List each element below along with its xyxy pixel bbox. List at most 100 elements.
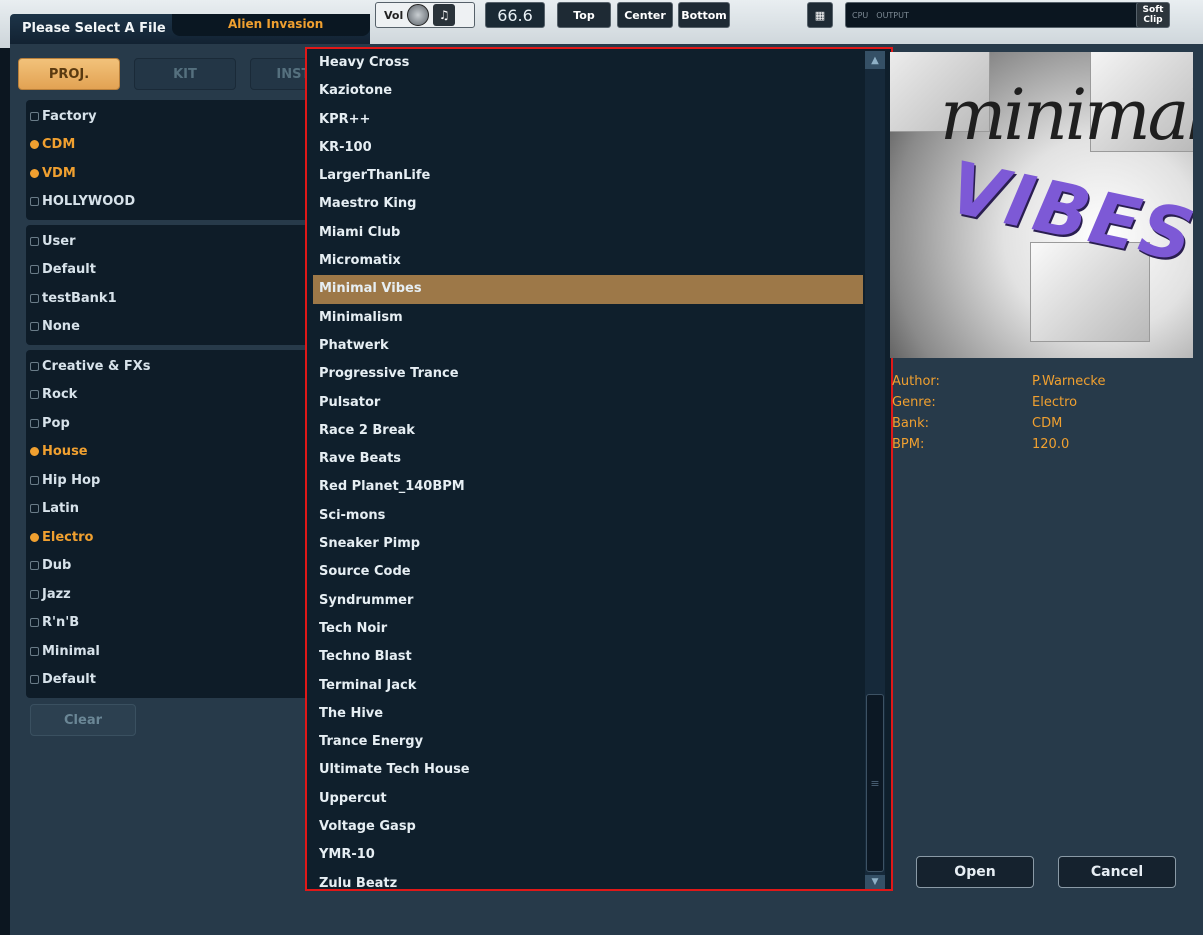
checkbox-checked-icon[interactable] bbox=[30, 140, 39, 150]
list-item[interactable]: Uppercut bbox=[313, 785, 863, 813]
list-item[interactable]: Minimal Vibes bbox=[313, 275, 863, 304]
list-item[interactable]: The Hive bbox=[313, 700, 863, 728]
list-item[interactable]: Kaziotone bbox=[313, 77, 863, 105]
checkbox-icon[interactable] bbox=[30, 589, 39, 599]
checkbox-icon[interactable] bbox=[30, 646, 39, 656]
volume-knob[interactable] bbox=[407, 4, 430, 26]
list-item[interactable]: Minimalism bbox=[313, 304, 863, 332]
dialog-title-bar: Please Select A File Alien Invasion bbox=[10, 14, 370, 44]
filter-item[interactable]: Creative & FXs bbox=[26, 352, 314, 381]
list-item[interactable]: YMR-10 bbox=[313, 841, 863, 869]
checkbox-checked-icon[interactable] bbox=[30, 532, 39, 542]
checkbox-icon[interactable] bbox=[30, 390, 39, 400]
list-item[interactable]: KPR++ bbox=[313, 106, 863, 134]
list-item[interactable]: Miami Club bbox=[313, 219, 863, 247]
list-item[interactable]: Techno Blast bbox=[313, 643, 863, 671]
checkbox-icon[interactable] bbox=[30, 361, 39, 371]
list-item[interactable]: Source Code bbox=[313, 558, 863, 586]
volume-label: Vol bbox=[384, 8, 404, 22]
scroll-thumb[interactable]: ≡ bbox=[866, 694, 884, 872]
filter-item[interactable]: R'n'B bbox=[26, 609, 314, 638]
checkbox-icon[interactable] bbox=[30, 265, 39, 275]
checkbox-icon[interactable] bbox=[30, 236, 39, 246]
filter-label: VDM bbox=[42, 165, 76, 181]
filter-item[interactable]: CDM bbox=[26, 131, 314, 160]
artwork-word-minimal: minimal bbox=[940, 74, 1193, 156]
filter-item[interactable]: HOLLYWOOD bbox=[26, 188, 314, 217]
list-item[interactable]: Sneaker Pimp bbox=[313, 530, 863, 558]
checkbox-icon[interactable] bbox=[30, 293, 39, 303]
checkbox-icon[interactable] bbox=[30, 618, 39, 628]
filter-item[interactable]: Factory bbox=[26, 102, 314, 131]
filter-item[interactable]: Default bbox=[26, 256, 314, 285]
filter-item[interactable]: Hip Hop bbox=[26, 466, 314, 495]
open-button[interactable]: Open bbox=[916, 856, 1034, 888]
checkbox-checked-icon[interactable] bbox=[30, 168, 39, 178]
scroll-up-arrow-icon[interactable]: ▲ bbox=[865, 51, 885, 69]
list-item[interactable]: Rave Beats bbox=[313, 445, 863, 473]
list-item[interactable]: Trance Energy bbox=[313, 728, 863, 756]
filter-item[interactable]: VDM bbox=[26, 159, 314, 188]
filter-label: Jazz bbox=[42, 586, 71, 602]
mixer-icon[interactable]: ▦ bbox=[807, 2, 833, 28]
list-item[interactable]: Red Planet_140BPM bbox=[313, 473, 863, 501]
list-item[interactable]: Zulu Beatz bbox=[313, 870, 863, 889]
filter-item[interactable]: Dub bbox=[26, 552, 314, 581]
list-item[interactable]: Phatwerk bbox=[313, 332, 863, 360]
filter-item[interactable]: Jazz bbox=[26, 580, 314, 609]
genre-label: Genre: bbox=[892, 395, 936, 410]
list-item[interactable]: Micromatix bbox=[313, 247, 863, 275]
filter-item[interactable]: House bbox=[26, 438, 314, 467]
filter-item[interactable]: Electro bbox=[26, 523, 314, 552]
list-item[interactable]: Syndrummer bbox=[313, 587, 863, 615]
filter-item[interactable]: testBank1 bbox=[26, 284, 314, 313]
bottom-button[interactable]: Bottom bbox=[678, 2, 730, 28]
filter-label: Pop bbox=[42, 415, 70, 431]
tempo-display[interactable]: 66.6 bbox=[485, 2, 545, 28]
checkbox-icon[interactable] bbox=[30, 197, 39, 207]
speaker-icon[interactable]: ♫ bbox=[433, 4, 456, 26]
checkbox-icon[interactable] bbox=[30, 111, 39, 121]
list-item[interactable]: Voltage Gasp bbox=[313, 813, 863, 841]
filter-item[interactable]: Rock bbox=[26, 381, 314, 410]
filter-label: Hip Hop bbox=[42, 472, 101, 488]
genre-value: Electro bbox=[1032, 395, 1078, 410]
list-item[interactable]: Maestro King bbox=[313, 190, 863, 218]
center-button[interactable]: Center bbox=[617, 2, 673, 28]
list-scrollbar[interactable]: ▲ ≡ ▼ bbox=[865, 51, 885, 889]
filter-label: CDM bbox=[42, 137, 76, 153]
filter-item[interactable]: Default bbox=[26, 666, 314, 695]
checkbox-icon[interactable] bbox=[30, 418, 39, 428]
checkbox-icon[interactable] bbox=[30, 322, 39, 332]
filter-item[interactable]: None bbox=[26, 313, 314, 342]
list-item[interactable]: Terminal Jack bbox=[313, 672, 863, 700]
list-item[interactable]: Tech Noir bbox=[313, 615, 863, 643]
cpu-label: CPU bbox=[852, 10, 869, 20]
list-item[interactable]: Race 2 Break bbox=[313, 417, 863, 445]
filter-item[interactable]: Minimal bbox=[26, 637, 314, 666]
checkbox-icon[interactable] bbox=[30, 561, 39, 571]
checkbox-icon[interactable] bbox=[30, 504, 39, 514]
list-item[interactable]: Sci-mons bbox=[313, 502, 863, 530]
filter-item[interactable]: User bbox=[26, 227, 314, 256]
filter-item[interactable]: Latin bbox=[26, 495, 314, 524]
list-item[interactable]: Heavy Cross bbox=[313, 49, 863, 77]
tab-kit[interactable]: KIT bbox=[134, 58, 236, 90]
current-song-name: Alien Invasion bbox=[172, 14, 370, 36]
scroll-down-arrow-icon[interactable]: ▼ bbox=[865, 875, 885, 889]
list-item[interactable]: LargerThanLife bbox=[313, 162, 863, 190]
checkbox-checked-icon[interactable] bbox=[30, 447, 39, 457]
top-button[interactable]: Top bbox=[557, 2, 611, 28]
clear-button[interactable]: Clear bbox=[30, 704, 136, 736]
checkbox-icon[interactable] bbox=[30, 675, 39, 685]
list-item[interactable]: Pulsator bbox=[313, 389, 863, 417]
filter-label: Creative & FXs bbox=[42, 358, 151, 374]
filter-item[interactable]: Pop bbox=[26, 409, 314, 438]
tab-proj[interactable]: PROJ. bbox=[18, 58, 120, 90]
list-item[interactable]: KR-100 bbox=[313, 134, 863, 162]
list-item[interactable]: Ultimate Tech House bbox=[313, 756, 863, 784]
cancel-button[interactable]: Cancel bbox=[1058, 856, 1176, 888]
soft-clip-button[interactable]: Soft Clip bbox=[1136, 2, 1170, 28]
list-item[interactable]: Progressive Trance bbox=[313, 360, 863, 388]
checkbox-icon[interactable] bbox=[30, 475, 39, 485]
